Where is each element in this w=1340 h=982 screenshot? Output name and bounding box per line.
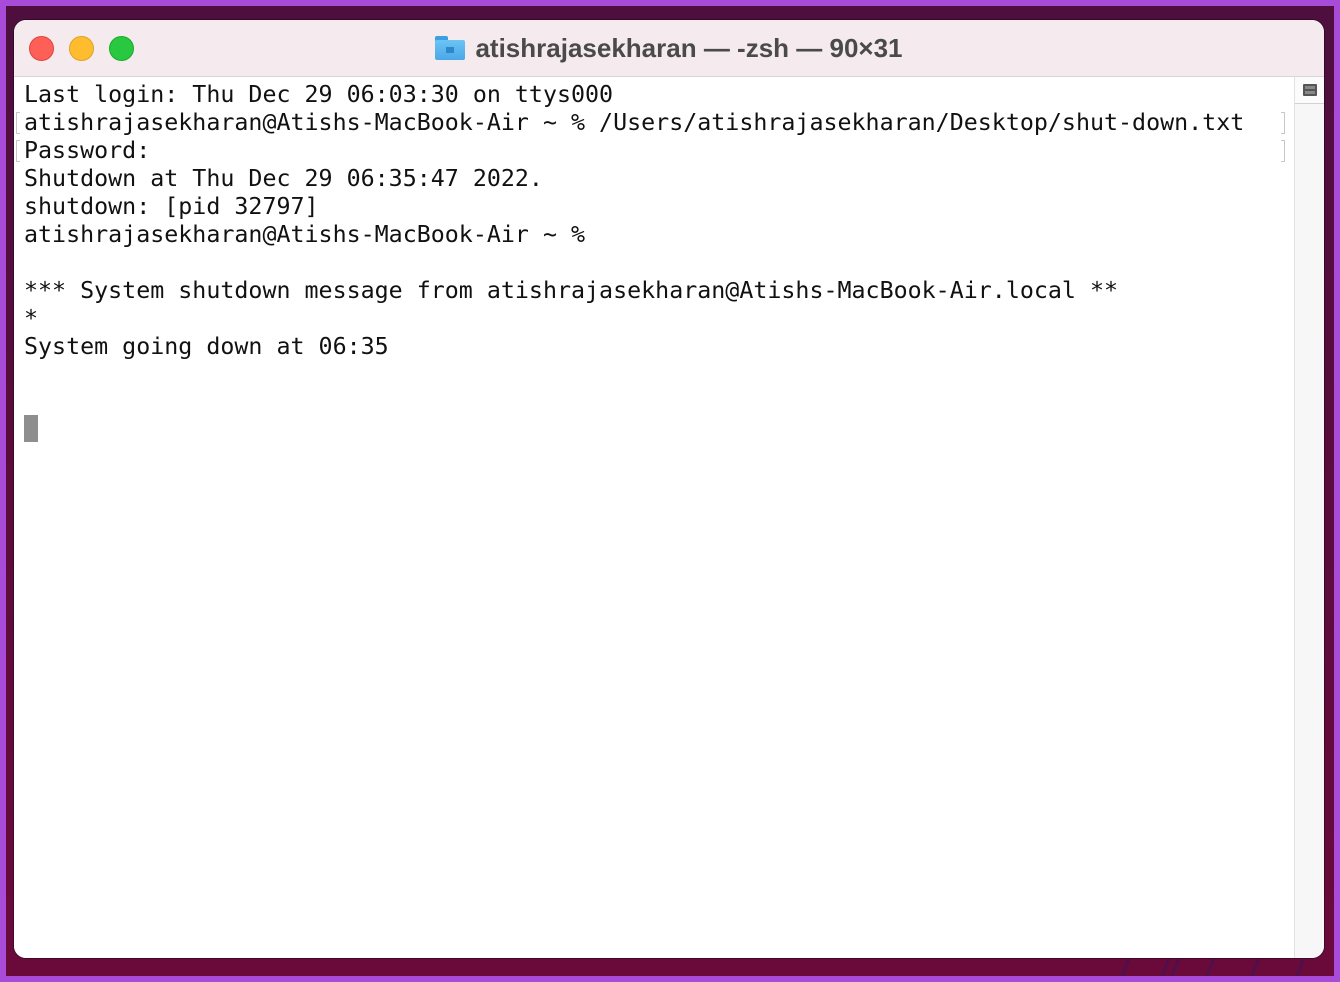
scrollbar-gutter[interactable] bbox=[1294, 77, 1324, 958]
line-mark-left bbox=[16, 140, 20, 162]
line-mark-right bbox=[1281, 140, 1285, 162]
terminal-line: Shutdown at Thu Dec 29 06:35:47 2022. bbox=[24, 165, 1244, 193]
terminal-content[interactable]: Last login: Thu Dec 29 06:03:30 on ttys0… bbox=[14, 77, 1294, 958]
terminal-line: * bbox=[24, 305, 1244, 333]
terminal-line: Password: bbox=[16, 137, 1285, 165]
line-mark-left bbox=[16, 112, 20, 134]
terminal-line-text: Last login: Thu Dec 29 06:03:30 on ttys0… bbox=[24, 81, 614, 108]
terminal-output: Last login: Thu Dec 29 06:03:30 on ttys0… bbox=[16, 81, 1285, 361]
terminal-line: atishrajasekharan@Atishs-MacBook-Air ~ %… bbox=[16, 109, 1285, 137]
split-pane-icon bbox=[1303, 84, 1317, 96]
terminal-line-text: atishrajasekharan@Atishs-MacBook-Air ~ %… bbox=[24, 109, 1245, 136]
terminal-line: Last login: Thu Dec 29 06:03:30 on ttys0… bbox=[24, 81, 1244, 109]
terminal-line-text: * bbox=[24, 305, 39, 332]
terminal-line-text: *** System shutdown message from atishra… bbox=[24, 277, 1119, 304]
terminal-line: atishrajasekharan@Atishs-MacBook-Air ~ % bbox=[24, 221, 1244, 249]
terminal-window: atishrajasekharan — -zsh — 90×31 Last lo… bbox=[14, 20, 1324, 958]
window-title-group: atishrajasekharan — -zsh — 90×31 bbox=[14, 20, 1324, 76]
title-bar[interactable]: atishrajasekharan — -zsh — 90×31 bbox=[14, 20, 1324, 77]
terminal-line-text: Password: bbox=[24, 137, 151, 164]
window-title: atishrajasekharan — -zsh — 90×31 bbox=[475, 32, 903, 63]
line-mark-right bbox=[1281, 112, 1285, 134]
terminal-line: System going down at 06:35 bbox=[24, 333, 1244, 361]
terminal-line-text: atishrajasekharan@Atishs-MacBook-Air ~ % bbox=[24, 221, 586, 248]
terminal-line: shutdown: [pid 32797] bbox=[24, 193, 1244, 221]
terminal-line-text: System going down at 06:35 bbox=[24, 333, 389, 360]
terminal-line: *** System shutdown message from atishra… bbox=[24, 277, 1244, 305]
home-folder-icon[interactable] bbox=[435, 36, 466, 60]
terminal-line-text: Shutdown at Thu Dec 29 06:35:47 2022. bbox=[24, 165, 543, 192]
terminal-line-text: shutdown: [pid 32797] bbox=[24, 193, 319, 220]
split-pane-button[interactable] bbox=[1295, 77, 1324, 104]
block-cursor bbox=[24, 415, 38, 442]
